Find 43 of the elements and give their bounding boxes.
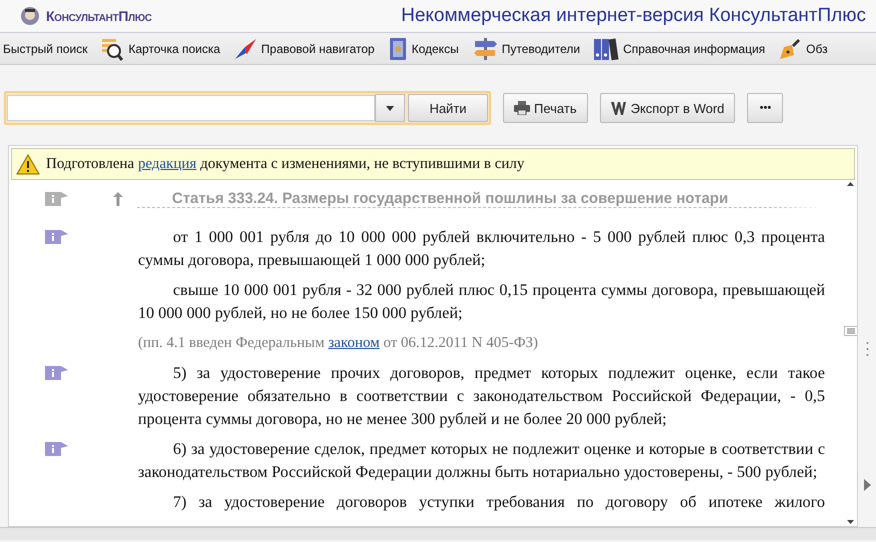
nav-link[interactable]: Быстрый поиск [3, 42, 88, 56]
pen-nib-icon [778, 36, 802, 60]
splitter-dots-icon[interactable] [866, 341, 868, 357]
nav-link[interactable]: Карточка поиска [100, 36, 220, 60]
print-button[interactable]: Печать [503, 93, 588, 123]
nav-link[interactable]: Справочная информация [593, 36, 766, 60]
grip-icon[interactable] [844, 326, 857, 336]
mascot-icon [20, 6, 40, 26]
warning-icon [16, 154, 40, 174]
article-paragraph: от 1 000 001 рубля до 10 000 000 рублей включительно - 5 000 рублей плюс 0,3 процента суммы договора, превышающей 1 000 000 рублей; [138, 227, 825, 271]
scroll-down-icon[interactable] [847, 520, 854, 524]
expand-arrow-icon[interactable] [864, 479, 870, 491]
page-title: Некоммерческая интернет-версия КонсультантПлюс [401, 5, 866, 27]
printer-icon [514, 101, 530, 115]
notice-text: Подготовлена редакция документа с изменениями, не вступившими в силу [46, 156, 524, 172]
logo-text: КонсультантПлюс [46, 8, 152, 24]
article-paragraph: 5) за удостоверение прочих договоров, предмет которых подлежит оценке, если такое удостоверение обязательно в соответствии с законодательством Российской Федерации, - 0,5 процента суммы договора, но не менее 300 рублей и не более 20 000 рублей; [138, 363, 825, 430]
amendment-note: (пп. 4.1 введен Федеральным законом от 06.12.2011 N 405-ФЗ) [138, 334, 540, 353]
binders-icon [593, 36, 620, 60]
dropdown-button[interactable] [375, 94, 405, 122]
caret-icon [386, 106, 394, 110]
more-button[interactable]: ••• [747, 93, 784, 123]
article-paragraph: 6) за удостоверение сделок, предмет которых не подлежит оценке и которые в соответствии с законодательством Российской Федерации должны быть нотариально удостоверены, - 500 рублей; [138, 439, 825, 483]
signpost-icon [472, 36, 498, 60]
compass-arrow-icon [233, 36, 258, 60]
info-marker-icon [45, 192, 69, 206]
up-arrow-icon[interactable] [113, 192, 123, 206]
scroll-up-icon[interactable] [847, 182, 854, 186]
export-word-button[interactable]: Экспорт в Word [600, 93, 736, 123]
word-w-icon [610, 102, 627, 114]
nav-link[interactable]: Кодексы [388, 36, 459, 60]
nav-link[interactable]: Обз [778, 36, 828, 60]
article-heading: Статья 333.24. Размеры государственной пошлины за совершение нотари [137, 190, 822, 208]
edition-link[interactable]: редакция [138, 156, 196, 172]
book-emblem-icon [388, 36, 408, 60]
nav-link[interactable]: Путеводители [472, 36, 580, 60]
find-button[interactable]: Найти [408, 94, 488, 122]
article-paragraph: 7) за удостоверение договоров уступки требования по договору об ипотеке жилого [172, 492, 825, 513]
article-paragraph: свыше 10 000 001 рубля - 32 000 рублей плюс 0,15 процента суммы договора, превышающей 10 000 000 рублей, но не более 150 000 рублей; [138, 280, 825, 324]
nav-link[interactable]: Правовой навигатор [233, 36, 375, 60]
law-link[interactable]: законом [328, 335, 380, 351]
magnifier-list-icon [100, 36, 124, 60]
search-field[interactable] [7, 95, 375, 121]
